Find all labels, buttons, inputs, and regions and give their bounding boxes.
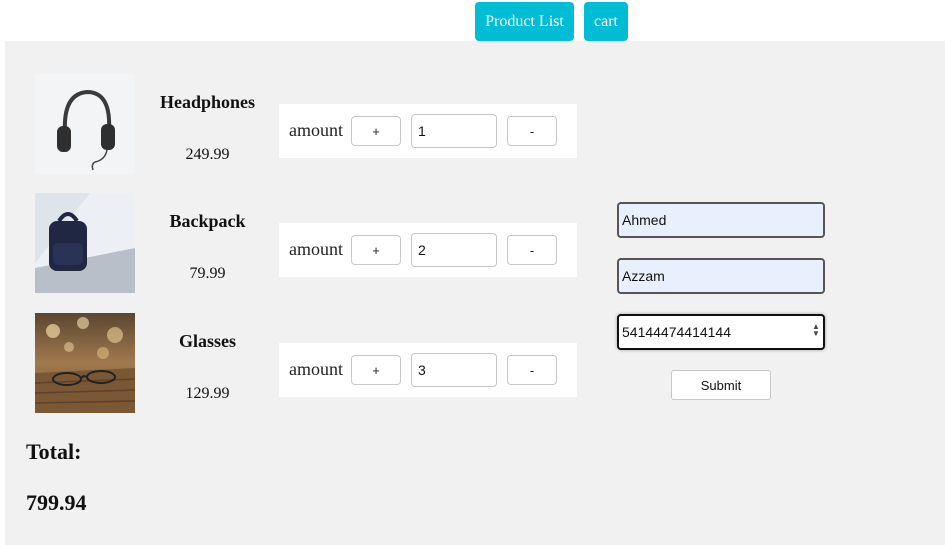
cart-button[interactable]: cart [584,2,628,41]
quantity-control: amount + - [279,223,577,277]
first-name-field[interactable] [617,202,825,238]
backpack-image [35,193,135,293]
product-price: 79.99 [189,265,226,282]
total-label: Total: [26,439,82,464]
total-value: 799.94 [26,490,87,515]
quantity-input[interactable] [411,233,497,267]
product-name: Backpack [169,211,246,231]
quantity-input[interactable] [411,353,497,387]
increment-button[interactable]: + [351,116,401,146]
quantity-input[interactable] [411,114,497,148]
top-nav: Product List cart [0,0,945,41]
glasses-image [35,313,135,413]
decrement-button[interactable]: - [507,235,557,265]
phone-number-field[interactable] [617,314,825,350]
decrement-button[interactable]: - [507,116,557,146]
product-price: 249.99 [185,146,230,163]
number-spinner-icon[interactable]: ▲ ▼ [811,323,821,338]
product-price: 129.99 [185,385,230,402]
product-name: Glasses [178,331,236,351]
increment-button[interactable]: + [351,235,401,265]
last-name-field[interactable] [617,258,825,294]
phone-field-wrapper: ▲▼ [617,314,825,350]
cart-item-glasses: Glasses 129.99 amount + - [5,313,605,413]
product-name: Headphones [159,92,256,112]
quantity-control: amount + - [279,104,577,158]
amount-label: amount [289,359,343,379]
increment-button[interactable]: + [351,355,401,385]
cart-panel: Headphones 249.99 amount + - Backpack 79… [5,41,945,545]
decrement-button[interactable]: - [507,355,557,385]
product-list-button[interactable]: Product List [475,2,574,41]
amount-label: amount [289,120,343,140]
amount-label: amount [289,239,343,259]
cart-item-backpack: Backpack 79.99 amount + - [5,193,605,293]
quantity-control: amount + - [279,343,577,397]
cart-item-headphones: Headphones 249.99 amount + - [5,74,605,174]
submit-button[interactable]: Submit [671,370,771,400]
headphones-image [35,74,135,174]
